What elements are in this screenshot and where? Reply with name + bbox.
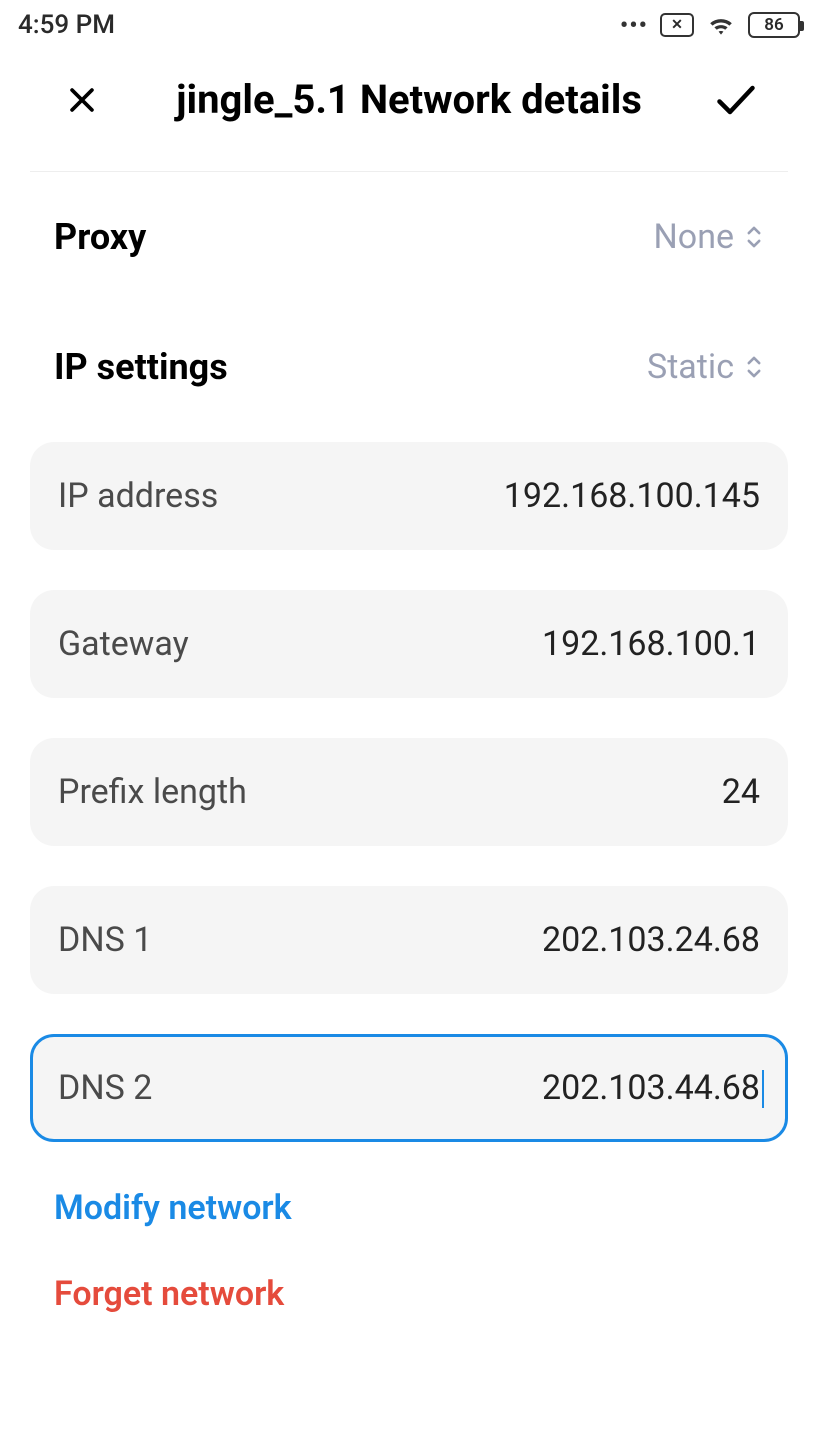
gateway-label: Gateway xyxy=(58,624,189,664)
chevron-updown-icon xyxy=(744,224,764,250)
gateway-field[interactable]: Gateway 192.168.100.1 xyxy=(30,590,788,698)
ip-address-field[interactable]: IP address 192.168.100.145 xyxy=(30,442,788,550)
prefix-length-value: 24 xyxy=(722,772,760,812)
modify-network-button[interactable]: Modify network xyxy=(30,1182,788,1268)
dns1-field[interactable]: DNS 1 202.103.24.68 xyxy=(30,886,788,994)
ip-settings-value: Static xyxy=(647,347,734,387)
more-dots-icon: ••• xyxy=(620,11,648,39)
close-button[interactable] xyxy=(60,78,104,122)
page-header: jingle_5.1 Network details xyxy=(0,48,818,171)
page-title: jingle_5.1 Network details xyxy=(104,76,714,123)
battery-icon: 86 xyxy=(748,12,800,38)
prefix-length-label: Prefix length xyxy=(58,772,247,812)
dns2-field[interactable]: DNS 2 202.103.44.68 xyxy=(30,1034,788,1142)
proxy-value: None xyxy=(654,217,734,257)
status-right: ••• ✕ 86 xyxy=(620,11,800,39)
proxy-selector[interactable]: Proxy None xyxy=(30,172,788,302)
confirm-button[interactable] xyxy=(714,78,758,122)
chevron-updown-icon xyxy=(744,354,764,380)
ip-address-label: IP address xyxy=(58,476,218,516)
dns2-label: DNS 2 xyxy=(58,1068,152,1108)
ip-settings-value-wrap: Static xyxy=(647,347,764,387)
proxy-label: Proxy xyxy=(54,216,146,258)
checkmark-icon xyxy=(715,83,757,117)
close-icon xyxy=(65,83,99,117)
prefix-length-field[interactable]: Prefix length 24 xyxy=(30,738,788,846)
status-bar: 4:59 PM ••• ✕ 86 xyxy=(0,0,818,48)
dns1-label: DNS 1 xyxy=(58,920,152,960)
wifi-icon xyxy=(706,13,736,37)
sim-card-icon: ✕ xyxy=(660,13,694,37)
ip-address-value: 192.168.100.145 xyxy=(504,476,760,516)
proxy-value-wrap: None xyxy=(654,217,764,257)
ip-settings-label: IP settings xyxy=(54,346,228,388)
forget-network-button[interactable]: Forget network xyxy=(30,1268,788,1354)
status-time: 4:59 PM xyxy=(18,10,115,40)
ip-settings-selector[interactable]: IP settings Static xyxy=(30,302,788,432)
dns2-value: 202.103.44.68 xyxy=(542,1068,760,1108)
dns1-value: 202.103.24.68 xyxy=(542,920,760,960)
settings-section: Proxy None IP settings Static IP address… xyxy=(0,172,818,1354)
gateway-value: 192.168.100.1 xyxy=(542,624,760,664)
ip-fields: IP address 192.168.100.145 Gateway 192.1… xyxy=(30,442,788,1142)
